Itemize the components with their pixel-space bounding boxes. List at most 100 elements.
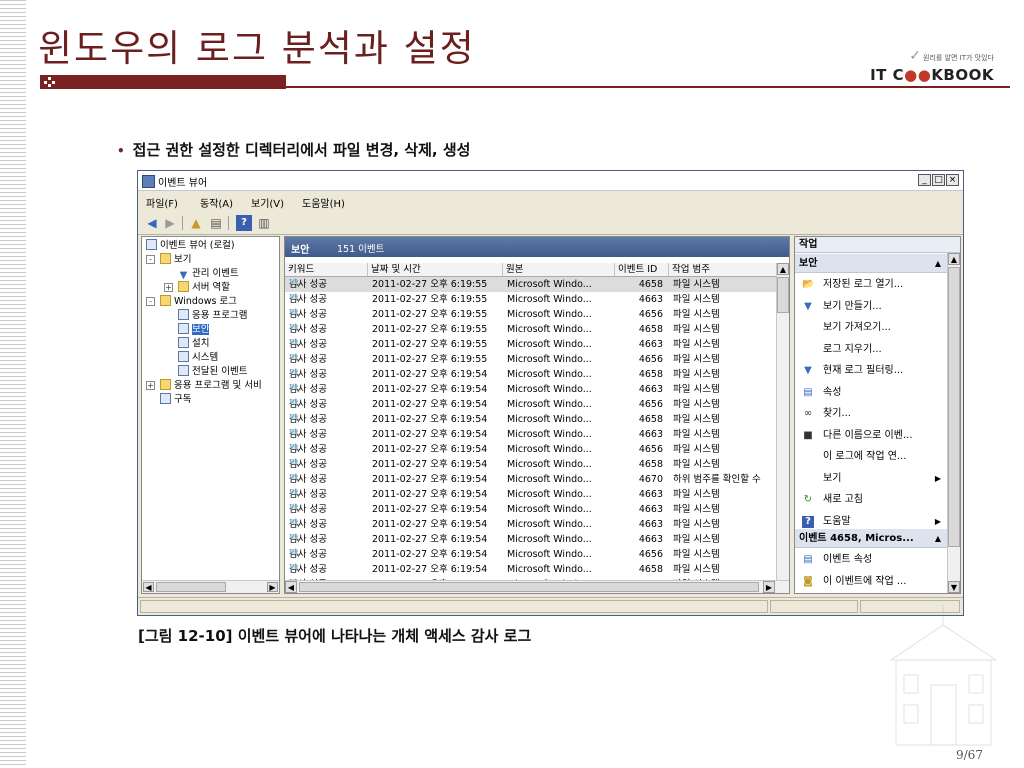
action-filter-4[interactable]: ▼ 현재 로그 필터링... xyxy=(795,360,947,381)
action-item-3[interactable]: 로그 지우기... xyxy=(795,339,947,360)
scroll-thumb[interactable] xyxy=(156,582,226,592)
menu-help[interactable]: 도움말(H) xyxy=(302,195,345,210)
list-horizontal-scrollbar[interactable]: ◀ ▶ xyxy=(285,580,789,593)
audit-key-icon: 🔍 xyxy=(289,369,299,379)
show-action-pane-icon[interactable]: ▥ xyxy=(256,215,272,231)
actions-section-security[interactable]: 보안 ▲ xyxy=(795,254,947,273)
cell-task-category: 파일 시스템 xyxy=(673,369,720,380)
tree-item-app-services[interactable]: + 응용 프로그램 및 서비 xyxy=(146,379,262,392)
action-item-9[interactable]: 보기 ▶ xyxy=(795,468,947,489)
close-button[interactable]: × xyxy=(946,174,959,186)
tree-item-application[interactable]: 응용 프로그램 xyxy=(178,309,247,322)
scroll-right-icon[interactable]: ▶ xyxy=(763,581,775,593)
table-row[interactable]: 🔍감사 성공 2011-02-27 오후 6:19:54 Microsoft Win… xyxy=(285,487,777,502)
scroll-thumb[interactable] xyxy=(948,267,960,547)
collapse-icon[interactable]: - xyxy=(146,255,155,264)
tree-item-setup[interactable]: 설치 xyxy=(178,337,209,350)
action-task-1[interactable]: ◙ 이 이벤트에 작업 ... xyxy=(795,571,947,592)
table-row[interactable]: 🔍감사 성공 2011-02-27 오후 6:19:54 Microsoft Win… xyxy=(285,397,777,412)
up-folder-icon[interactable]: ▲ xyxy=(188,215,204,231)
table-row[interactable]: 🔍감사 성공 2011-02-27 오후 6:19:54 Microsoft Win… xyxy=(285,442,777,457)
action-properties-5[interactable]: ▤ 속성 xyxy=(795,382,947,403)
table-row[interactable]: 🔍감사 성공 2011-02-27 오후 6:19:55 Microsoft Win… xyxy=(285,337,777,352)
table-row[interactable]: 🔍감사 성공 2011-02-27 오후 6:19:54 Microsoft Win… xyxy=(285,412,777,427)
column-keyword[interactable]: 키워드 xyxy=(285,263,368,276)
tree-item-admin-events[interactable]: ▼ 관리 이벤트 xyxy=(178,267,239,281)
scroll-right-icon[interactable]: ▶ xyxy=(267,582,278,592)
table-row[interactable]: 🔍감사 성공 2011-02-27 오후 6:19:55 Microsoft Win… xyxy=(285,307,777,322)
list-vertical-scrollbar[interactable]: ▲ xyxy=(776,263,789,581)
tree-item-event-viewer[interactable]: 이벤트 뷰어 (로컬) xyxy=(146,239,235,252)
collapse-caret-icon[interactable]: ▲ xyxy=(935,529,941,548)
maximize-button[interactable]: □ xyxy=(932,174,945,186)
table-row[interactable]: 🔍감사 성공 2011-02-27 오후 6:19:54 Microsoft Win… xyxy=(285,502,777,517)
tree-item-subscriptions[interactable]: 구독 xyxy=(160,393,191,406)
tree-item-windows-logs[interactable]: - Windows 로그 xyxy=(146,295,237,308)
action-item-2[interactable]: 보기 가져오기... xyxy=(795,317,947,338)
window-titlebar[interactable]: 이벤트 뷰어 _ □ × xyxy=(138,171,963,191)
filter-icon: ▼ xyxy=(179,270,188,281)
action-item-8[interactable]: 이 로그에 작업 연... xyxy=(795,446,947,467)
cell-keyword: 🔍감사 성공 xyxy=(289,504,327,515)
table-row[interactable]: 🔍감사 성공 2011-02-27 오후 6:19:54 Microsoft Win… xyxy=(285,547,777,562)
show-hide-tree-icon[interactable]: ▤ xyxy=(208,215,224,231)
action-save-7[interactable]: ■ 다른 이름으로 이벤... xyxy=(795,425,947,446)
scroll-up-icon[interactable]: ▲ xyxy=(948,253,960,265)
table-row[interactable]: 🔍감사 성공 2011-02-27 오후 6:19:54 Microsoft Win… xyxy=(285,517,777,532)
cell-keyword: 🔍감사 성공 xyxy=(289,309,327,320)
table-row[interactable]: 🔍감사 성공 2011-02-27 오후 6:19:54 Microsoft Win… xyxy=(285,472,777,487)
scroll-down-icon[interactable]: ▼ xyxy=(948,581,960,593)
tree-item-forwarded-events[interactable]: 전달된 이벤트 xyxy=(178,365,247,378)
table-row[interactable]: 🔍감사 성공 2011-02-27 오후 6:19:54 Microsoft Win… xyxy=(285,382,777,397)
cell-datetime: 2011-02-27 오후 6:19:54 xyxy=(372,549,488,560)
actions-scrollbar[interactable]: ▲ ▼ xyxy=(947,253,960,593)
column-source[interactable]: 원본 xyxy=(503,263,615,276)
tree-item-security[interactable]: 보안 xyxy=(178,323,210,336)
help-icon[interactable]: ? xyxy=(236,215,252,231)
action-label: 보기 xyxy=(823,472,842,484)
audit-key-icon: 🔍 xyxy=(289,399,299,409)
scroll-left-icon[interactable]: ◀ xyxy=(285,581,297,593)
scroll-thumb[interactable] xyxy=(777,277,789,313)
actions-panel: 작업 보안 ▲ 📂 저장된 로그 열기... ▼ 보기 만들기... 보기 가져오기...… xyxy=(794,236,961,594)
table-row[interactable]: 🔍감사 성공 2011-02-27 오후 6:19:54 Microsoft Win… xyxy=(285,367,777,382)
action-refresh-10[interactable]: ↻ 새로 고침 xyxy=(795,489,947,510)
scroll-thumb[interactable] xyxy=(299,582,759,592)
actions-section-event[interactable]: 이벤트 4658, Micros... ▲ xyxy=(795,529,947,548)
table-row[interactable]: 🔍감사 성공 2011-02-27 오후 6:19:54 Microsoft Win… xyxy=(285,532,777,547)
table-row[interactable]: 🔍감사 성공 2011-02-27 오후 6:19:54 Microsoft Win… xyxy=(285,562,777,577)
collapse-caret-icon[interactable]: ▲ xyxy=(935,254,941,273)
menu-view[interactable]: 보기(V) xyxy=(251,195,284,210)
menu-action[interactable]: 동작(A) xyxy=(200,195,233,210)
expand-icon[interactable]: + xyxy=(164,283,173,292)
back-arrow-icon[interactable]: ◀ xyxy=(144,215,160,231)
menu-file[interactable]: 파일(F) xyxy=(146,195,178,210)
scroll-up-icon[interactable]: ▲ xyxy=(777,263,789,275)
tree-horizontal-scrollbar[interactable]: ◀ ▶ xyxy=(142,580,279,593)
collapse-icon[interactable]: - xyxy=(146,297,155,306)
action-filter-1[interactable]: ▼ 보기 만들기... xyxy=(795,296,947,317)
cell-event-id: 4658 xyxy=(638,279,663,290)
action-properties-0[interactable]: ▤ 이벤트 속성 xyxy=(795,549,947,570)
tree-item-server-roles[interactable]: + 서버 역할 xyxy=(164,281,230,294)
tree-item-views[interactable]: - 보기 xyxy=(146,253,191,266)
column-event-id[interactable]: 이벤트 ID xyxy=(615,263,669,276)
column-task-category[interactable]: 작업 범주 xyxy=(669,263,777,276)
table-row[interactable]: 🔍감사 성공 2011-02-27 오후 6:19:55 Microsoft Win… xyxy=(285,352,777,367)
forward-arrow-icon[interactable]: ▶ xyxy=(162,215,178,231)
expand-icon[interactable]: + xyxy=(146,381,155,390)
filter-icon: ▼ xyxy=(804,300,812,312)
tree-item-system[interactable]: 시스템 xyxy=(178,351,218,364)
table-row[interactable]: 🔍감사 성공 2011-02-27 오후 6:19:55 Microsoft Win… xyxy=(285,277,777,292)
table-row[interactable]: 🔍감사 성공 2011-02-27 오후 6:19:55 Microsoft Win… xyxy=(285,322,777,337)
table-row[interactable]: 🔍감사 성공 2011-02-27 오후 6:19:54 Microsoft Win… xyxy=(285,427,777,442)
action-binoculars-6[interactable]: ∞ 찾기... xyxy=(795,403,947,424)
table-row[interactable]: 🔍감사 성공 2011-02-27 오후 6:19:54 Microsoft Win… xyxy=(285,457,777,472)
column-datetime[interactable]: 날짜 및 시간 xyxy=(368,263,503,276)
table-row[interactable]: 🔍감사 성공 2011-02-27 오후 6:19:55 Microsoft Win… xyxy=(285,292,777,307)
minimize-button[interactable]: _ xyxy=(918,174,931,186)
cell-datetime: 2011-02-27 오후 6:19:55 xyxy=(372,294,488,305)
scroll-left-icon[interactable]: ◀ xyxy=(143,582,154,592)
action-open-folder-0[interactable]: 📂 저장된 로그 열기... xyxy=(795,274,947,295)
cell-keyword: 🔍감사 성공 xyxy=(289,354,327,365)
